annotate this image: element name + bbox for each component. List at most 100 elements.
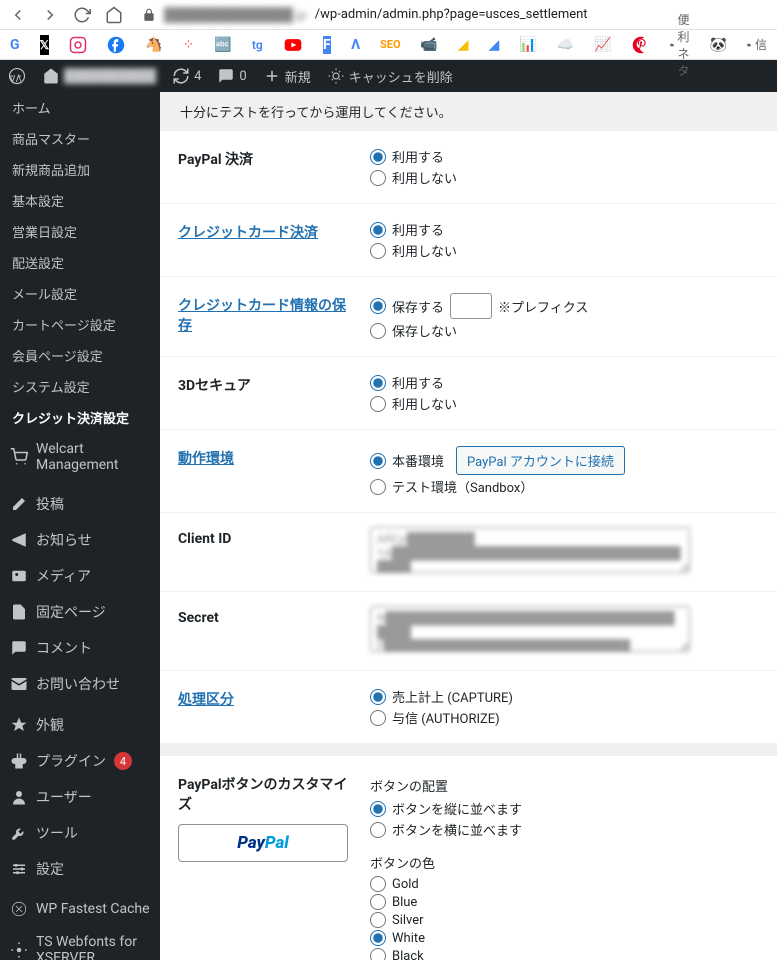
- sidebar-item-credit-settings[interactable]: クレジット決済設定: [0, 402, 160, 433]
- bookmark-facebook[interactable]: [107, 35, 125, 55]
- cc-use-radio[interactable]: [370, 222, 386, 238]
- bookmark-misc1[interactable]: 🐴: [145, 35, 162, 55]
- forward-button[interactable]: [40, 5, 60, 25]
- site-name[interactable]: ██████████: [34, 60, 164, 92]
- bookmark-pinterest[interactable]: [632, 35, 650, 55]
- bookmark-panda[interactable]: 🐼: [710, 35, 727, 55]
- color-black-label: Black: [392, 949, 424, 960]
- sidebar-item-home[interactable]: ホーム: [0, 92, 160, 123]
- sidebar-welcart[interactable]: Welcart Management: [0, 433, 160, 481]
- notice-text: 十分にテストを行ってから運用してください。: [160, 92, 777, 131]
- bookmark-meet[interactable]: 📹: [420, 35, 437, 55]
- 3ds-not-radio[interactable]: [370, 396, 386, 412]
- bookmark-trend[interactable]: 📈: [594, 35, 611, 55]
- sidebar-posts[interactable]: 投稿: [0, 486, 160, 522]
- paypal-preview-button[interactable]: PayPal: [178, 824, 348, 862]
- sidebar-contact[interactable]: お問い合わせ: [0, 666, 160, 702]
- bookmark-instagram[interactable]: [69, 35, 87, 55]
- sidebar-plugins[interactable]: プラグイン4: [0, 743, 160, 779]
- new-content[interactable]: 新規: [255, 60, 319, 92]
- sidebar-item-cart-page[interactable]: カートページ設定: [0, 309, 160, 340]
- bookmark-folder-2[interactable]: 信: [747, 35, 767, 55]
- bookmark-tg[interactable]: tg: [252, 35, 263, 55]
- admin-sidebar: ホーム 商品マスター 新規商品追加 基本設定 営業日設定 配送設定 メール設定 …: [0, 92, 160, 960]
- home-button[interactable]: [104, 5, 124, 25]
- bookmark-a[interactable]: Λ: [351, 35, 360, 55]
- wp-admin-bar: ██████████ 4 0 新規 キャッシュを削除: [0, 60, 777, 92]
- layout-vertical-radio[interactable]: [370, 801, 386, 817]
- bookmark-analytics[interactable]: 📊: [519, 35, 536, 55]
- bookmark-ads[interactable]: ◢: [458, 35, 469, 55]
- color-blue-label: Blue: [392, 895, 417, 910]
- bookmark-youtube[interactable]: [283, 35, 303, 55]
- updates-count[interactable]: 4: [164, 60, 209, 92]
- sidebar-tools[interactable]: ツール: [0, 815, 160, 851]
- bookmark-seo[interactable]: SEO: [380, 35, 400, 55]
- sidebar-pages[interactable]: 固定ページ: [0, 594, 160, 630]
- sidebar-comments[interactable]: コメント: [0, 630, 160, 666]
- process-capture-radio[interactable]: [370, 689, 386, 705]
- color-blue-radio[interactable]: [370, 894, 386, 910]
- color-gold-radio[interactable]: [370, 876, 386, 892]
- process-auth-radio[interactable]: [370, 710, 386, 726]
- ccsave-save-radio[interactable]: [370, 298, 386, 314]
- env-test-radio[interactable]: [370, 479, 386, 495]
- comments-count[interactable]: 0: [209, 60, 254, 92]
- paypal-not-radio[interactable]: [370, 170, 386, 186]
- color-heading: ボタンの色: [370, 853, 767, 872]
- sidebar-news[interactable]: お知らせ: [0, 522, 160, 558]
- 3ds-not-label: 利用しない: [392, 394, 457, 413]
- sidebar-media[interactable]: メディア: [0, 558, 160, 594]
- bookmark-folder-1[interactable]: 便利ネタ: [670, 35, 690, 55]
- bookmark-flipboard[interactable]: F: [323, 36, 331, 54]
- url-host: ██████████████.jp: [164, 7, 307, 23]
- back-button[interactable]: [8, 5, 28, 25]
- layout-horizontal-label: ボタンを横に並べます: [392, 820, 522, 839]
- row-process-label[interactable]: 処理区分: [178, 692, 234, 708]
- sidebar-wpfc[interactable]: WP Fastest Cache: [0, 892, 160, 926]
- paypal-use-radio[interactable]: [370, 149, 386, 165]
- color-white-radio[interactable]: [370, 930, 386, 946]
- sidebar-item-basic-settings[interactable]: 基本設定: [0, 185, 160, 216]
- address-bar[interactable]: ██████████████.jp/wp-admin/admin.php?pag…: [136, 4, 769, 26]
- bookmark-sc[interactable]: ◢: [488, 35, 499, 55]
- secret-textarea[interactable]: [370, 606, 690, 652]
- color-white-label: White: [392, 931, 425, 946]
- ccsave-prefix-input[interactable]: [450, 293, 492, 319]
- cache-clear[interactable]: キャッシュを削除: [319, 60, 461, 92]
- 3ds-use-radio[interactable]: [370, 375, 386, 391]
- wp-logo[interactable]: [0, 60, 34, 92]
- row-ccsave-label[interactable]: クレジットカード情報の保存: [178, 298, 346, 334]
- sidebar-item-shipping[interactable]: 配送設定: [0, 247, 160, 278]
- row-cc-label[interactable]: クレジットカード決済: [178, 225, 318, 241]
- sidebar-item-business-days[interactable]: 営業日設定: [0, 216, 160, 247]
- sidebar-item-member-page[interactable]: 会員ページ設定: [0, 340, 160, 371]
- paypal-not-label: 利用しない: [392, 168, 457, 187]
- bookmark-translate[interactable]: 🔤: [214, 35, 231, 55]
- sidebar-item-system[interactable]: システム設定: [0, 371, 160, 402]
- bookmark-google[interactable]: G: [10, 35, 20, 55]
- ccsave-not-label: 保存しない: [392, 321, 457, 340]
- sidebar-item-new-product[interactable]: 新規商品追加: [0, 154, 160, 185]
- env-prod-radio[interactable]: [370, 453, 386, 469]
- sidebar-tswebfonts[interactable]: TS Webfonts for XSERVER: [0, 926, 160, 960]
- reload-button[interactable]: [72, 5, 92, 25]
- paypal-connect-button[interactable]: PayPal アカウントに接続: [456, 446, 625, 475]
- row-secret-label: Secret: [160, 592, 360, 671]
- color-silver-radio[interactable]: [370, 912, 386, 928]
- sidebar-appearance[interactable]: 外観: [0, 707, 160, 743]
- bookmark-cloud[interactable]: ☁️: [557, 35, 574, 55]
- sidebar-item-mail[interactable]: メール設定: [0, 278, 160, 309]
- cc-not-radio[interactable]: [370, 243, 386, 259]
- sidebar-settings[interactable]: 設定: [0, 851, 160, 887]
- ccsave-not-radio[interactable]: [370, 323, 386, 339]
- bookmark-misc2[interactable]: ⁘: [183, 35, 195, 55]
- clientid-textarea[interactable]: [370, 527, 690, 573]
- row-3ds-label: 3Dセキュア: [160, 357, 360, 430]
- sidebar-item-product-master[interactable]: 商品マスター: [0, 123, 160, 154]
- row-env-label[interactable]: 動作環境: [178, 451, 234, 467]
- color-black-radio[interactable]: [370, 948, 386, 960]
- sidebar-users[interactable]: ユーザー: [0, 779, 160, 815]
- bookmark-x[interactable]: 𝕏: [40, 35, 50, 55]
- layout-horizontal-radio[interactable]: [370, 822, 386, 838]
